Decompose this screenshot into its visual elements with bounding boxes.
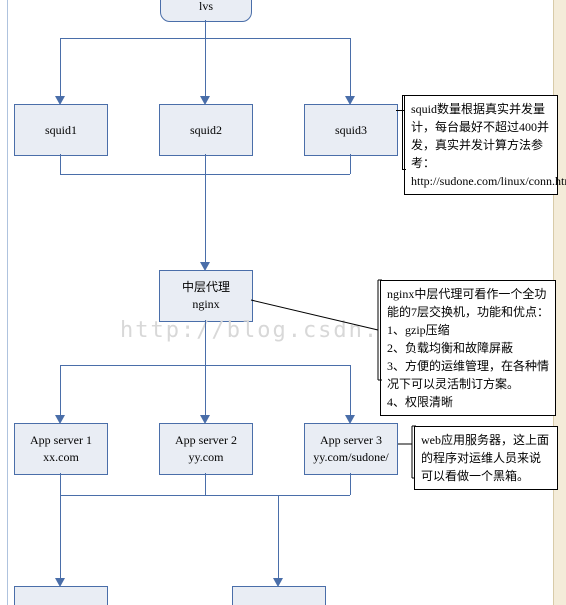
leader xyxy=(402,169,406,170)
node-label: App server 3 xyxy=(320,432,382,449)
edge xyxy=(205,174,206,264)
node-app2: App server 2 yy.com xyxy=(159,423,253,475)
node-label: squid1 xyxy=(45,122,77,139)
edge xyxy=(60,154,61,174)
node-db1: 数据库1 xyxy=(14,586,108,605)
node-lvs: lvs xyxy=(160,0,252,22)
node-db2: 数据库2 xyxy=(232,586,326,605)
node-app3: App server 3 yy.com/sudone/ xyxy=(304,423,398,475)
node-label: 中层代理 xyxy=(182,279,230,296)
note-line: nginx中层代理可看作一个全功能的7层交换机，功能和优点： xyxy=(387,285,549,321)
edge xyxy=(60,495,61,580)
note-line: 2、负载均衡和故障屏蔽 xyxy=(387,339,549,357)
node-squid1: squid1 xyxy=(14,104,108,156)
edge xyxy=(205,473,206,495)
note-squid: squid数量根据真实并发量计，每台最好不超过400并发，真实并发计算方法参考：… xyxy=(404,95,558,195)
leader xyxy=(402,95,406,96)
note-line: 4、权限清晰 xyxy=(387,393,549,411)
edge xyxy=(350,473,351,495)
node-app1: App server 1 xx.com xyxy=(14,423,108,475)
note-line: 3、方便的运维管理，在各种情况下可以灵活制订方案。 xyxy=(387,357,549,393)
edge xyxy=(278,495,279,580)
note-text: squid数量根据真实并发量计，每台最好不超过400并发，真实并发计算方法参考：… xyxy=(411,102,566,188)
edge xyxy=(60,38,61,98)
node-nginx: 中层代理 nginx xyxy=(159,270,253,322)
edge xyxy=(205,320,206,365)
edge xyxy=(350,154,351,174)
diagram-stage: lvs squid1 squid2 squid3 squid数量根据真实并发量计… xyxy=(0,0,566,605)
note-text: web应用服务器，这上面的程序对运维人员来说可以看做一个黑箱。 xyxy=(421,433,549,483)
note-nginx: nginx中层代理可看作一个全功能的7层交换机，功能和优点： 1、gzip压缩 … xyxy=(380,280,556,416)
edge xyxy=(205,154,206,174)
node-label: App server 1 xyxy=(30,432,92,449)
left-guide xyxy=(7,0,8,605)
node-label: nginx xyxy=(192,296,219,313)
edge xyxy=(60,473,61,495)
node-squid2: squid2 xyxy=(159,104,253,156)
edge xyxy=(205,38,206,98)
node-squid3: squid3 xyxy=(304,104,398,156)
node-label: squid3 xyxy=(335,122,367,139)
edge xyxy=(350,365,351,417)
edge xyxy=(205,365,206,417)
edge xyxy=(60,365,61,417)
node-label: lvs xyxy=(199,0,213,14)
edge xyxy=(60,495,350,496)
node-label: yy.com xyxy=(189,449,224,466)
note-app: web应用服务器，这上面的程序对运维人员来说可以看做一个黑箱。 xyxy=(414,426,558,490)
node-label: App server 2 xyxy=(175,432,237,449)
node-label: squid2 xyxy=(190,122,222,139)
node-label: yy.com/sudone/ xyxy=(313,449,389,466)
edge xyxy=(205,20,206,38)
node-label: xx.com xyxy=(43,449,79,466)
note-line: 1、gzip压缩 xyxy=(387,321,549,339)
leader xyxy=(402,95,403,169)
edge xyxy=(350,38,351,98)
